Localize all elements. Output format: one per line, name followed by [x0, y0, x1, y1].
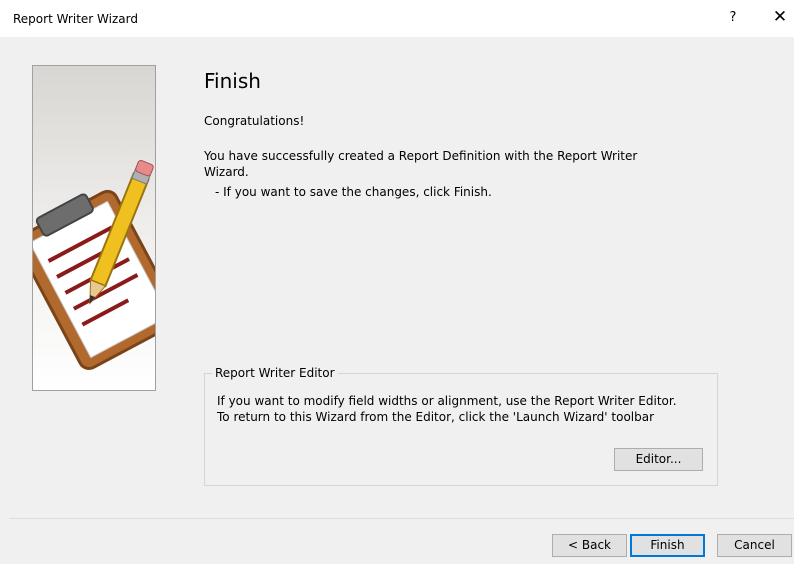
- cancel-button[interactable]: Cancel: [717, 534, 792, 557]
- finish-hint: - If you want to save the changes, click…: [215, 185, 492, 199]
- finish-button[interactable]: Finish: [630, 534, 705, 557]
- window-title: Report Writer Wizard: [13, 12, 138, 26]
- editor-info-line-2: To return to this Wizard from the Editor…: [217, 410, 655, 424]
- close-button[interactable]: ✕: [771, 7, 789, 27]
- editor-button[interactable]: Editor...: [614, 448, 703, 471]
- footer-separator: [9, 518, 794, 519]
- congratulations-text: Congratulations!: [204, 114, 305, 128]
- editor-group-legend: Report Writer Editor: [212, 366, 338, 380]
- page-heading: Finish: [204, 69, 261, 93]
- editor-info-line-1: If you want to modify field widths or al…: [217, 394, 677, 408]
- title-bar: Report Writer Wizard ? ✕: [0, 0, 794, 37]
- wizard-side-image: [32, 65, 156, 391]
- back-button[interactable]: < Back: [552, 534, 627, 557]
- help-button[interactable]: ?: [726, 10, 740, 25]
- clipboard-pencil-icon: [33, 159, 155, 370]
- editor-group-text: If you want to modify field widths or al…: [217, 393, 677, 425]
- success-message: You have successfully created a Report D…: [204, 149, 638, 179]
